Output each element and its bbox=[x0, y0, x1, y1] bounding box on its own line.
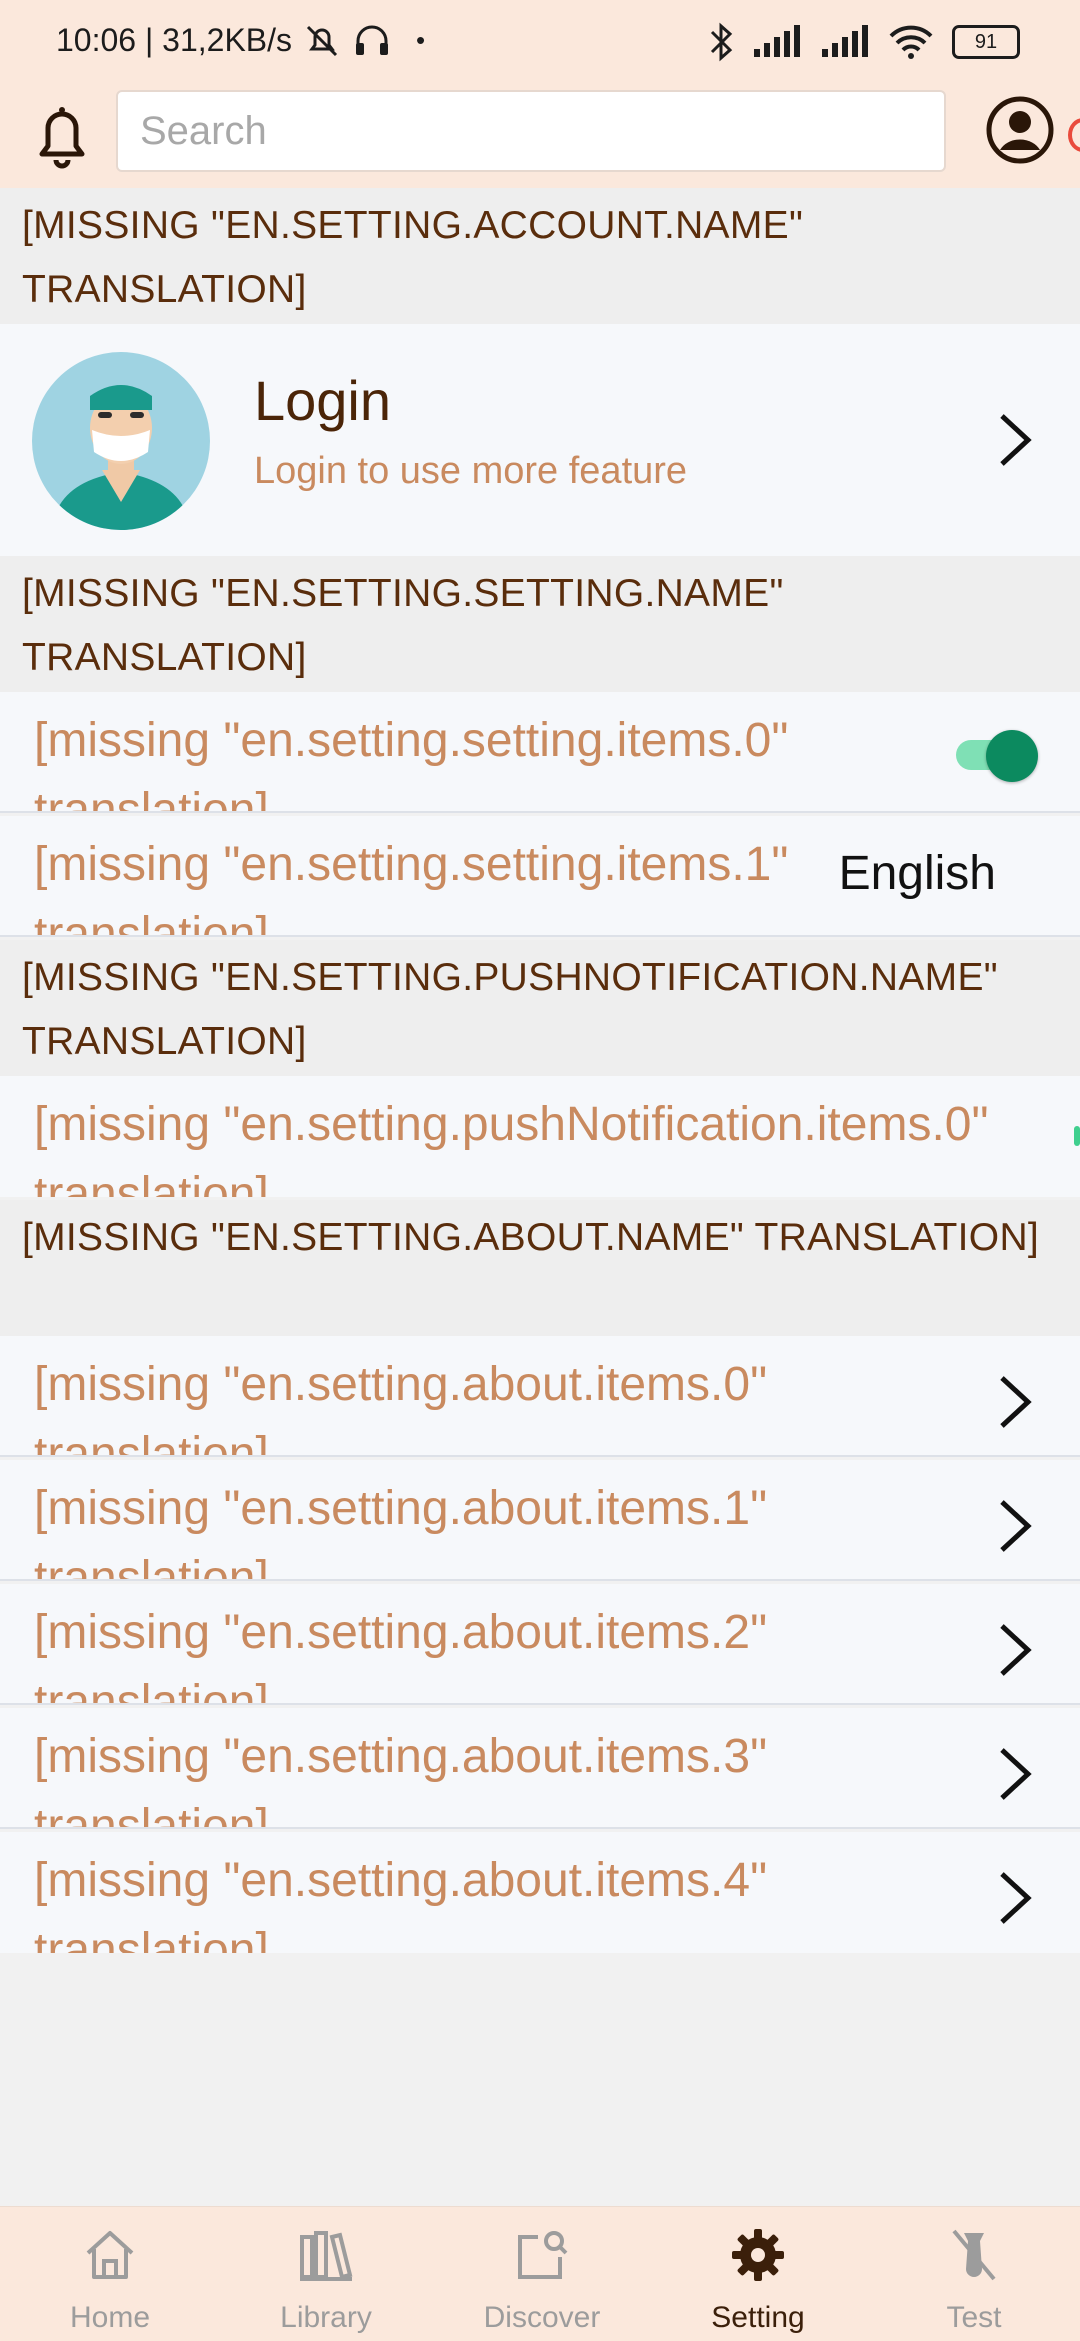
headphones-icon bbox=[356, 25, 389, 55]
about-row-0[interactable]: [missing "en.setting.about.items.0" tran… bbox=[0, 1336, 1080, 1457]
about-item-label: [missing "en.setting.about.items.3" tran… bbox=[34, 1730, 768, 1829]
chevron-right-icon bbox=[1000, 1624, 1032, 1676]
bluetooth-icon bbox=[710, 22, 733, 62]
setting-item-label: [missing "en.setting.setting.items.1" tr… bbox=[34, 838, 789, 937]
setting-item-label: [missing "en.setting.setting.items.0" tr… bbox=[34, 714, 789, 813]
push-item-label: [missing "en.setting.pushNotification.it… bbox=[34, 1098, 989, 1197]
nav-home-label: Home bbox=[69, 2301, 151, 2334]
chevron-right-icon bbox=[1000, 1376, 1032, 1428]
partial-toggle-indicator[interactable] bbox=[1074, 1126, 1080, 1146]
login-title: Login bbox=[254, 369, 392, 432]
section-title-setting: [MISSING "EN.SETTING.SETTING.NAME" TRANS… bbox=[0, 556, 1080, 692]
chevron-right-icon bbox=[1000, 1500, 1032, 1552]
nav-library[interactable]: Library bbox=[218, 2207, 434, 2341]
notification-bell-icon[interactable] bbox=[28, 98, 96, 176]
about-item-label: [missing "en.setting.about.items.1" tran… bbox=[34, 1482, 768, 1581]
chevron-right-icon bbox=[1000, 414, 1032, 466]
nav-setting[interactable]: Setting bbox=[650, 2207, 866, 2341]
about-item-label: [missing "en.setting.about.items.4" tran… bbox=[34, 1854, 768, 1953]
about-row-2[interactable]: [missing "en.setting.about.items.2" tran… bbox=[0, 1584, 1080, 1705]
test-icon bbox=[952, 2229, 996, 2281]
nav-setting-label: Setting bbox=[711, 2301, 805, 2334]
language-value[interactable]: English bbox=[839, 846, 996, 901]
doctor-avatar-image bbox=[32, 352, 210, 530]
nav-library-label: Library bbox=[280, 2301, 372, 2334]
about-item-label: [missing "en.setting.about.items.0" tran… bbox=[34, 1358, 768, 1457]
partial-red-icon bbox=[1068, 118, 1080, 152]
about-item-label: [missing "en.setting.about.items.2" tran… bbox=[34, 1606, 768, 1705]
muted-bell-icon bbox=[306, 25, 338, 56]
library-icon bbox=[300, 2231, 353, 2281]
profile-icon[interactable] bbox=[984, 94, 1056, 166]
home-icon bbox=[86, 2231, 134, 2279]
signal-icon-1 bbox=[754, 25, 800, 57]
about-row-3[interactable]: [missing "en.setting.about.items.3" tran… bbox=[0, 1708, 1080, 1829]
nav-discover-label: Discover bbox=[483, 2301, 601, 2334]
section-title-account: [MISSING "EN.SETTING.ACCOUNT.NAME" TRANS… bbox=[0, 188, 1080, 324]
wifi-icon bbox=[889, 25, 933, 59]
nav-test[interactable]: Test bbox=[866, 2207, 1080, 2341]
dot-icon: • bbox=[416, 25, 426, 55]
status-time-speed: 10:06 | 31,2KB/s bbox=[56, 22, 293, 58]
push-row-0[interactable]: [missing "en.setting.pushNotification.it… bbox=[0, 1076, 1080, 1197]
login-card[interactable]: Login Login to use more feature bbox=[0, 324, 1080, 556]
discover-icon bbox=[518, 2231, 568, 2279]
app-header bbox=[0, 88, 1080, 188]
status-bar: 10:06 | 31,2KB/s • 91 bbox=[0, 0, 1080, 88]
section-title-push-notification: [MISSING "EN.SETTING.PUSHNOTIFICATION.NA… bbox=[0, 940, 1080, 1076]
setting-row-1[interactable]: [missing "en.setting.setting.items.1" tr… bbox=[0, 816, 1080, 937]
about-row-4[interactable]: [missing "en.setting.about.items.4" tran… bbox=[0, 1832, 1080, 1953]
chevron-right-icon bbox=[1000, 1748, 1032, 1800]
bottom-navigation: Home Library Discover Setting Test bbox=[0, 2206, 1080, 2341]
about-row-1[interactable]: [missing "en.setting.about.items.1" tran… bbox=[0, 1460, 1080, 1581]
nav-test-label: Test bbox=[946, 2301, 1002, 2334]
setting-row-0[interactable]: [missing "en.setting.setting.items.0" tr… bbox=[0, 692, 1080, 813]
setting-toggle[interactable] bbox=[952, 728, 1038, 782]
section-title-about: [MISSING "EN.SETTING.ABOUT.NAME" TRANSLA… bbox=[0, 1200, 1080, 1336]
search-input[interactable] bbox=[138, 107, 944, 155]
gear-icon bbox=[732, 2229, 784, 2281]
search-bar[interactable] bbox=[116, 90, 946, 172]
chevron-right-icon bbox=[1000, 1872, 1032, 1924]
signal-icon-2 bbox=[822, 25, 868, 57]
battery-indicator: 91 bbox=[952, 25, 1020, 59]
nav-home[interactable]: Home bbox=[2, 2207, 218, 2341]
nav-discover[interactable]: Discover bbox=[434, 2207, 650, 2341]
login-subtitle: Login to use more feature bbox=[254, 450, 688, 492]
